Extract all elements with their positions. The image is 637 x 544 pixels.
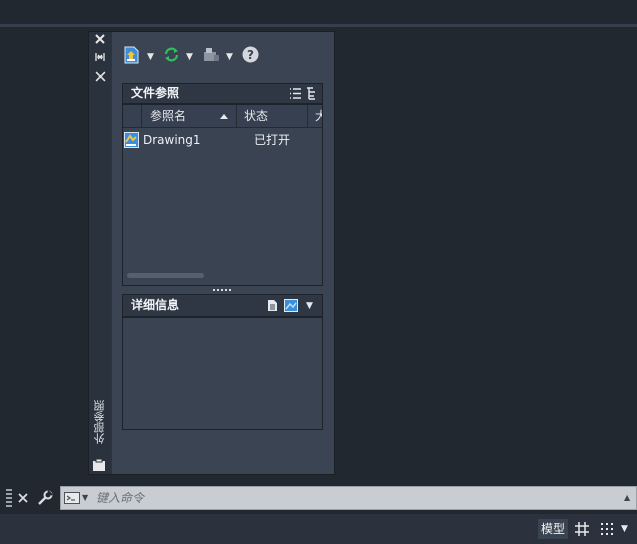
column-header-size-label: 大 (315, 109, 322, 123)
change-path-dropdown-arrow[interactable]: ▼ (226, 46, 233, 68)
details-dropdown-arrow[interactable]: ▼ (306, 296, 318, 316)
column-header-name[interactable]: 参照名 (142, 105, 237, 128)
close-icon[interactable] (92, 34, 108, 48)
wrench-icon[interactable] (37, 490, 53, 506)
grid-icon[interactable] (574, 521, 590, 537)
file-refs-title: 文件参照 (131, 86, 180, 100)
row-status: 已打开 (254, 133, 291, 147)
details-view-icon[interactable] (267, 299, 279, 312)
command-prompt-icon[interactable] (64, 491, 80, 505)
attach-dropdown-arrow[interactable]: ▼ (147, 46, 154, 68)
column-header-name-label: 参照名 (150, 109, 187, 123)
properties-icon[interactable] (92, 71, 108, 85)
tree-view-icon[interactable] (306, 87, 319, 100)
refresh-icon[interactable] (163, 46, 181, 68)
details-area (122, 317, 323, 430)
dwg-file-icon (124, 132, 140, 148)
command-close-icon[interactable] (17, 491, 29, 505)
table-row[interactable]: Drawing1 已打开 (123, 130, 322, 150)
column-header-icon (123, 105, 142, 128)
palette-vertical-title: 外部参照 (93, 400, 106, 444)
row-ref-name: Drawing1 (143, 133, 201, 147)
column-header-status-label: 状态 (244, 109, 269, 123)
snap-dropdown-arrow[interactable]: ▼ (621, 521, 633, 537)
preview-view-icon[interactable] (284, 299, 298, 312)
help-icon[interactable]: ? (242, 46, 260, 68)
list-view-icon[interactable] (289, 87, 302, 100)
snap-icon[interactable] (599, 521, 615, 537)
model-space-button[interactable]: 模型 (538, 519, 568, 539)
command-input[interactable] (96, 489, 596, 507)
panel-splitter[interactable] (213, 289, 231, 291)
horizontal-scrollbar[interactable] (127, 273, 204, 278)
clipboard-icon[interactable] (92, 458, 106, 472)
details-title: 详细信息 (131, 298, 180, 312)
attach-dwg-icon[interactable] (124, 46, 142, 68)
command-expand-arrow[interactable]: ▲ (624, 491, 634, 505)
command-history-dropdown[interactable]: ▼ (82, 491, 92, 505)
column-header-status[interactable]: 状态 (237, 105, 308, 128)
refresh-dropdown-arrow[interactable]: ▼ (186, 46, 193, 68)
column-header-size[interactable]: 大 (308, 105, 322, 128)
change-path-icon[interactable] (202, 46, 222, 68)
top-divider (0, 24, 637, 27)
command-line-grip[interactable] (6, 489, 12, 507)
autohide-icon[interactable] (92, 52, 108, 66)
svg-text:?: ? (247, 48, 254, 62)
